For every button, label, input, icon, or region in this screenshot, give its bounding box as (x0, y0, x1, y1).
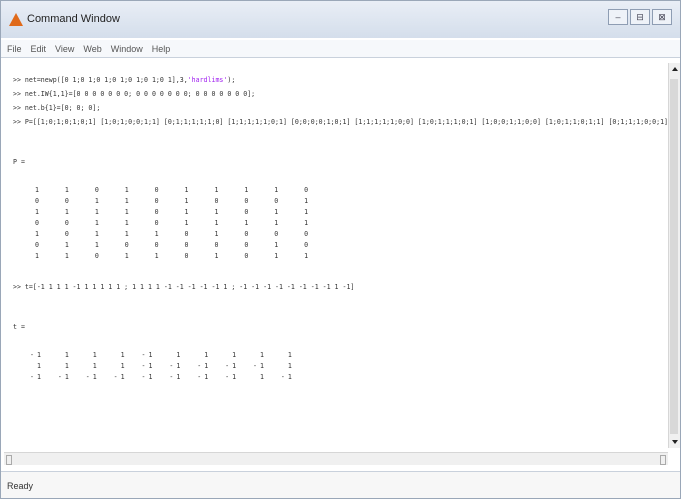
matrix-row: 1 1 0 1 1 0 1 0 1 1 (35, 252, 315, 260)
menu-view[interactable]: View (55, 40, 74, 57)
matrix-row: 0 1 1 0 0 0 0 0 1 0 (35, 241, 315, 249)
menu-help[interactable]: Help (152, 40, 171, 57)
status-text: Ready (7, 481, 34, 491)
scroll-right-handle[interactable] (660, 455, 666, 465)
string-literal: 'hardlims' (187, 76, 228, 84)
matlab-logo-icon (9, 13, 23, 26)
menu-file[interactable]: File (7, 40, 22, 57)
title-bar: Command Window – ⊟ ⊠ (1, 1, 680, 38)
menu-edit[interactable]: Edit (31, 40, 47, 57)
matrix-row: 1 0 1 1 1 0 1 0 0 0 (35, 230, 315, 238)
menu-window[interactable]: Window (111, 40, 143, 57)
undock-button[interactable]: ⊠ (652, 9, 672, 25)
matrix-row: 1 1 1 1 -1 -1 -1 -1 -1 1 (30, 362, 295, 370)
scroll-down-arrow-icon[interactable] (672, 440, 678, 444)
command-window: Command Window – ⊟ ⊠ File Edit View Web … (0, 0, 681, 499)
matrix-row: -1 -1 -1 -1 -1 -1 -1 -1 1 -1 (30, 373, 295, 381)
p-label: P = (13, 158, 25, 166)
command-line-bias: >> net.b{1}=[0; 0; 0]; (13, 104, 101, 112)
command-text: ); (227, 76, 236, 84)
menu-bar: File Edit View Web Window Help (1, 40, 680, 58)
status-bar: Ready (1, 471, 680, 498)
matrix-row: -1 1 1 1 -1 1 1 1 1 1 (30, 351, 295, 359)
command-line-newp: >> net=newp([0 1;0 1;0 1;0 1;0 1;0 1;0 1… (13, 75, 235, 85)
console-output[interactable]: >> net=newp([0 1;0 1;0 1;0 1;0 1;0 1;0 1… (4, 62, 672, 449)
scroll-thumb[interactable] (670, 79, 678, 434)
command-line-iw: >> net.IW{1,1}=[0 0 0 0 0 0 0; 0 0 0 0 0… (13, 90, 256, 98)
window-controls: – ⊟ ⊠ (608, 9, 672, 25)
scroll-up-arrow-icon[interactable] (672, 67, 678, 71)
vertical-scrollbar[interactable] (668, 63, 680, 448)
matrix-row: 1 1 0 1 0 1 1 1 1 0 (35, 186, 315, 194)
command-line-t: >> t=[-1 1 1 1 -1 1 1 1 1 1 ; 1 1 1 1 -1… (13, 283, 355, 291)
command-text: >> net=newp([0 1;0 1;0 1;0 1;0 1;0 1;0 1… (13, 76, 188, 84)
matrix-row: 0 0 1 1 0 1 0 0 0 1 (35, 197, 315, 205)
matrix-row: 1 1 1 1 0 1 1 0 1 1 (35, 208, 315, 216)
horizontal-scrollbar[interactable] (4, 452, 668, 465)
t-label: t = (13, 323, 25, 331)
matrix-row: 0 0 1 1 0 1 1 1 1 1 (35, 219, 315, 227)
menu-web[interactable]: Web (83, 40, 101, 57)
window-title: Command Window (27, 13, 120, 25)
maximize-button[interactable]: ⊟ (630, 9, 650, 25)
scroll-left-handle[interactable] (6, 455, 12, 465)
command-line-p: >> P=[[1;0;1;0;1;0;1] [1;0;1;0;0;1;1] [0… (13, 118, 672, 126)
minimize-button[interactable]: – (608, 9, 628, 25)
